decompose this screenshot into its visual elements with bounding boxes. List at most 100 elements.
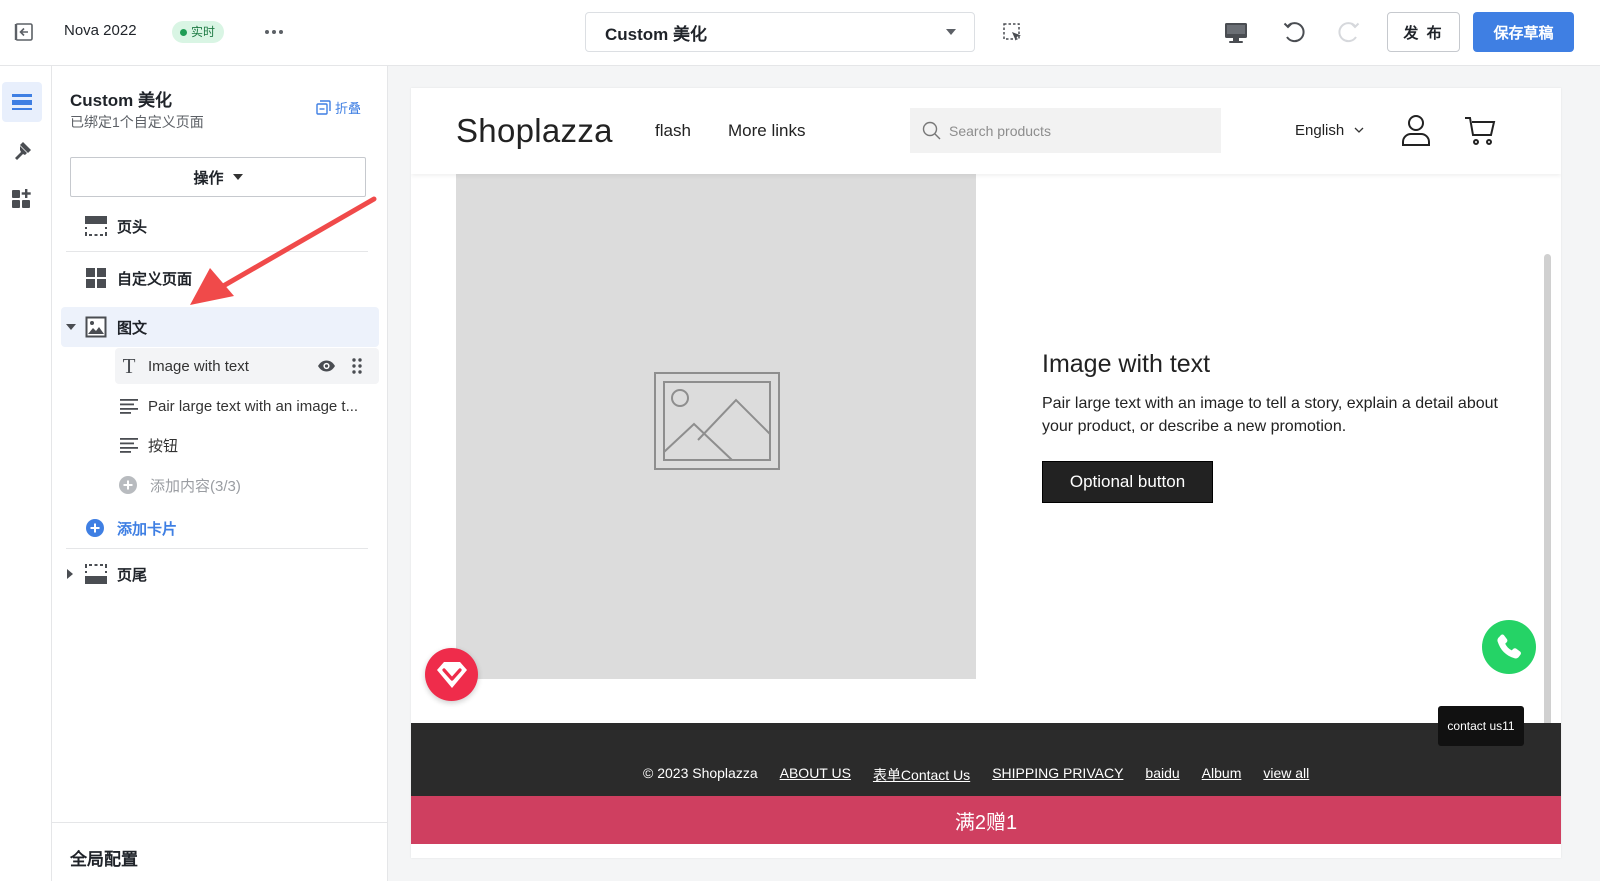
text-lines-icon bbox=[120, 399, 138, 414]
reward-badge[interactable] bbox=[425, 648, 478, 701]
collapse-button[interactable]: 折叠 bbox=[316, 98, 361, 117]
more-icon[interactable] bbox=[262, 20, 286, 44]
footer-link-contact[interactable]: 表单Contact Us bbox=[873, 765, 970, 785]
account-icon[interactable] bbox=[1401, 114, 1431, 146]
panel-title: Custom 美化 bbox=[70, 91, 172, 110]
text-type-icon: T bbox=[122, 353, 136, 378]
language-select[interactable]: English bbox=[1295, 122, 1364, 139]
phone-icon bbox=[1497, 634, 1521, 659]
collapse-label: 折叠 bbox=[335, 101, 362, 116]
tree-item-label: 图文 bbox=[117, 319, 148, 337]
whatsapp-button[interactable] bbox=[1482, 620, 1536, 674]
global-config-section[interactable]: 全局配置 bbox=[52, 822, 388, 881]
redo-icon[interactable] bbox=[1336, 19, 1362, 45]
preview-canvas: Shoplazza flash More links English bbox=[388, 66, 1600, 881]
undo-icon[interactable] bbox=[1281, 19, 1307, 45]
rail-apps-button[interactable] bbox=[2, 178, 42, 218]
add-card-button[interactable]: 添加卡片 bbox=[86, 515, 177, 541]
operations-label: 操作 bbox=[193, 169, 224, 187]
rail-sections-button[interactable] bbox=[2, 82, 42, 122]
live-status-badge: 实时 bbox=[172, 21, 225, 43]
block-item-label: 按钮 bbox=[148, 437, 179, 455]
grid-icon bbox=[86, 268, 106, 288]
header-section-icon bbox=[85, 216, 107, 236]
divider bbox=[66, 548, 368, 549]
theme-name: Nova 2022 bbox=[64, 22, 137, 39]
desktop-icon[interactable] bbox=[1223, 20, 1249, 46]
image-placeholder-icon bbox=[654, 372, 780, 470]
page-select-label: Custom 美化 bbox=[605, 24, 707, 44]
rail-theme-style-button[interactable] bbox=[2, 131, 42, 171]
diamond-heart-icon bbox=[436, 661, 467, 688]
tree-item-custom-page[interactable]: 自定义页面 bbox=[85, 266, 192, 290]
global-config-label: 全局配置 bbox=[70, 850, 138, 869]
footer-link-shipping[interactable]: SHIPPING PRIVACY bbox=[992, 765, 1123, 785]
tree-item-label: 页尾 bbox=[117, 566, 148, 584]
eye-icon[interactable] bbox=[317, 358, 336, 374]
sections-panel: Custom 美化 已绑定1个自定义页面 折叠 操作 页头 自定义页面 图文 T… bbox=[52, 66, 388, 881]
operations-dropdown-button[interactable]: 操作 bbox=[70, 157, 366, 197]
language-label: English bbox=[1295, 122, 1345, 139]
store-search-input[interactable] bbox=[949, 122, 1209, 139]
drag-handle-icon[interactable] bbox=[352, 358, 362, 374]
apps-icon bbox=[12, 189, 31, 208]
tree-item-header[interactable]: 页头 bbox=[85, 214, 147, 238]
footer-section-icon bbox=[85, 564, 107, 584]
block-item-label: Pair large text with an image t... bbox=[148, 397, 359, 415]
block-item-heading[interactable]: T Image with text bbox=[119, 353, 375, 379]
store-logo[interactable]: Shoplazza bbox=[456, 112, 613, 150]
publish-button[interactable]: 发 布 bbox=[1387, 12, 1460, 52]
block-item-text[interactable]: Pair large text with an image t... bbox=[119, 393, 358, 419]
footer-link-view-all[interactable]: view all bbox=[1263, 765, 1309, 785]
theme-style-icon bbox=[15, 142, 31, 160]
plus-circle-icon bbox=[86, 519, 104, 537]
exit-icon[interactable] bbox=[12, 20, 36, 44]
top-bar: Nova 2022 实时 Custom 美化 发 布 保存草稿 bbox=[0, 0, 1600, 66]
text-lines-icon bbox=[120, 438, 138, 453]
block-item-button[interactable]: 按钮 bbox=[119, 432, 178, 458]
promo-announcement-bar: 满2赠1 bbox=[411, 796, 1561, 844]
tree-item-label: 页头 bbox=[117, 218, 148, 236]
panel-subtitle: 已绑定1个自定义页面 bbox=[70, 114, 204, 130]
tree-item-image-text[interactable]: 图文 bbox=[66, 313, 147, 341]
live-badge-label: 实时 bbox=[191, 25, 216, 39]
store-footer: © 2023 Shoplazza ABOUT US 表单Contact Us S… bbox=[411, 723, 1561, 796]
tree-item-label: 自定义页面 bbox=[117, 270, 193, 288]
collapse-icon bbox=[316, 100, 331, 115]
image-placeholder[interactable] bbox=[456, 174, 976, 679]
contact-tooltip[interactable]: contact us11 bbox=[1438, 706, 1524, 746]
section-heading: Image with text bbox=[1042, 350, 1211, 378]
add-card-label: 添加卡片 bbox=[117, 520, 178, 538]
add-content-label: 添加内容(3/3) bbox=[150, 477, 241, 495]
chevron-down-icon bbox=[232, 174, 243, 180]
footer-link-baidu[interactable]: baidu bbox=[1145, 765, 1179, 785]
search-icon bbox=[922, 121, 941, 140]
optional-button[interactable]: Optional button bbox=[1042, 461, 1213, 503]
cart-icon[interactable] bbox=[1464, 115, 1496, 147]
preview-scrollbar[interactable] bbox=[1544, 254, 1551, 794]
store-search-box[interactable] bbox=[910, 108, 1221, 153]
nav-link-flash[interactable]: flash bbox=[655, 121, 691, 141]
left-icon-rail bbox=[0, 66, 52, 881]
footer-link-about[interactable]: ABOUT US bbox=[780, 765, 851, 785]
save-draft-button[interactable]: 保存草稿 bbox=[1473, 12, 1574, 52]
expand-caret-icon[interactable] bbox=[66, 324, 76, 330]
promo-text: 满2赠1 bbox=[954, 811, 1018, 834]
tree-item-footer[interactable]: 页尾 bbox=[67, 561, 147, 587]
select-tool-icon[interactable] bbox=[1001, 21, 1025, 45]
divider bbox=[66, 251, 368, 252]
plus-circle-icon bbox=[119, 476, 137, 494]
expand-caret-icon[interactable] bbox=[67, 569, 73, 579]
section-body-text: Pair large text with an image to tell a … bbox=[1042, 395, 1498, 435]
page-select-dropdown[interactable]: Custom 美化 bbox=[585, 12, 975, 52]
chevron-down-icon bbox=[946, 29, 956, 35]
store-preview: Shoplazza flash More links English bbox=[411, 88, 1561, 858]
live-dot-icon bbox=[180, 28, 187, 36]
nav-link-more-links[interactable]: More links bbox=[728, 121, 805, 141]
image-icon bbox=[85, 316, 107, 338]
footer-links: © 2023 Shoplazza ABOUT US 表单Contact Us S… bbox=[643, 765, 1309, 785]
footer-copyright: © 2023 Shoplazza bbox=[643, 765, 758, 781]
sections-icon bbox=[12, 94, 32, 110]
add-content-button[interactable]: 添加内容(3/3) bbox=[119, 472, 241, 498]
footer-link-album[interactable]: Album bbox=[1202, 765, 1242, 785]
